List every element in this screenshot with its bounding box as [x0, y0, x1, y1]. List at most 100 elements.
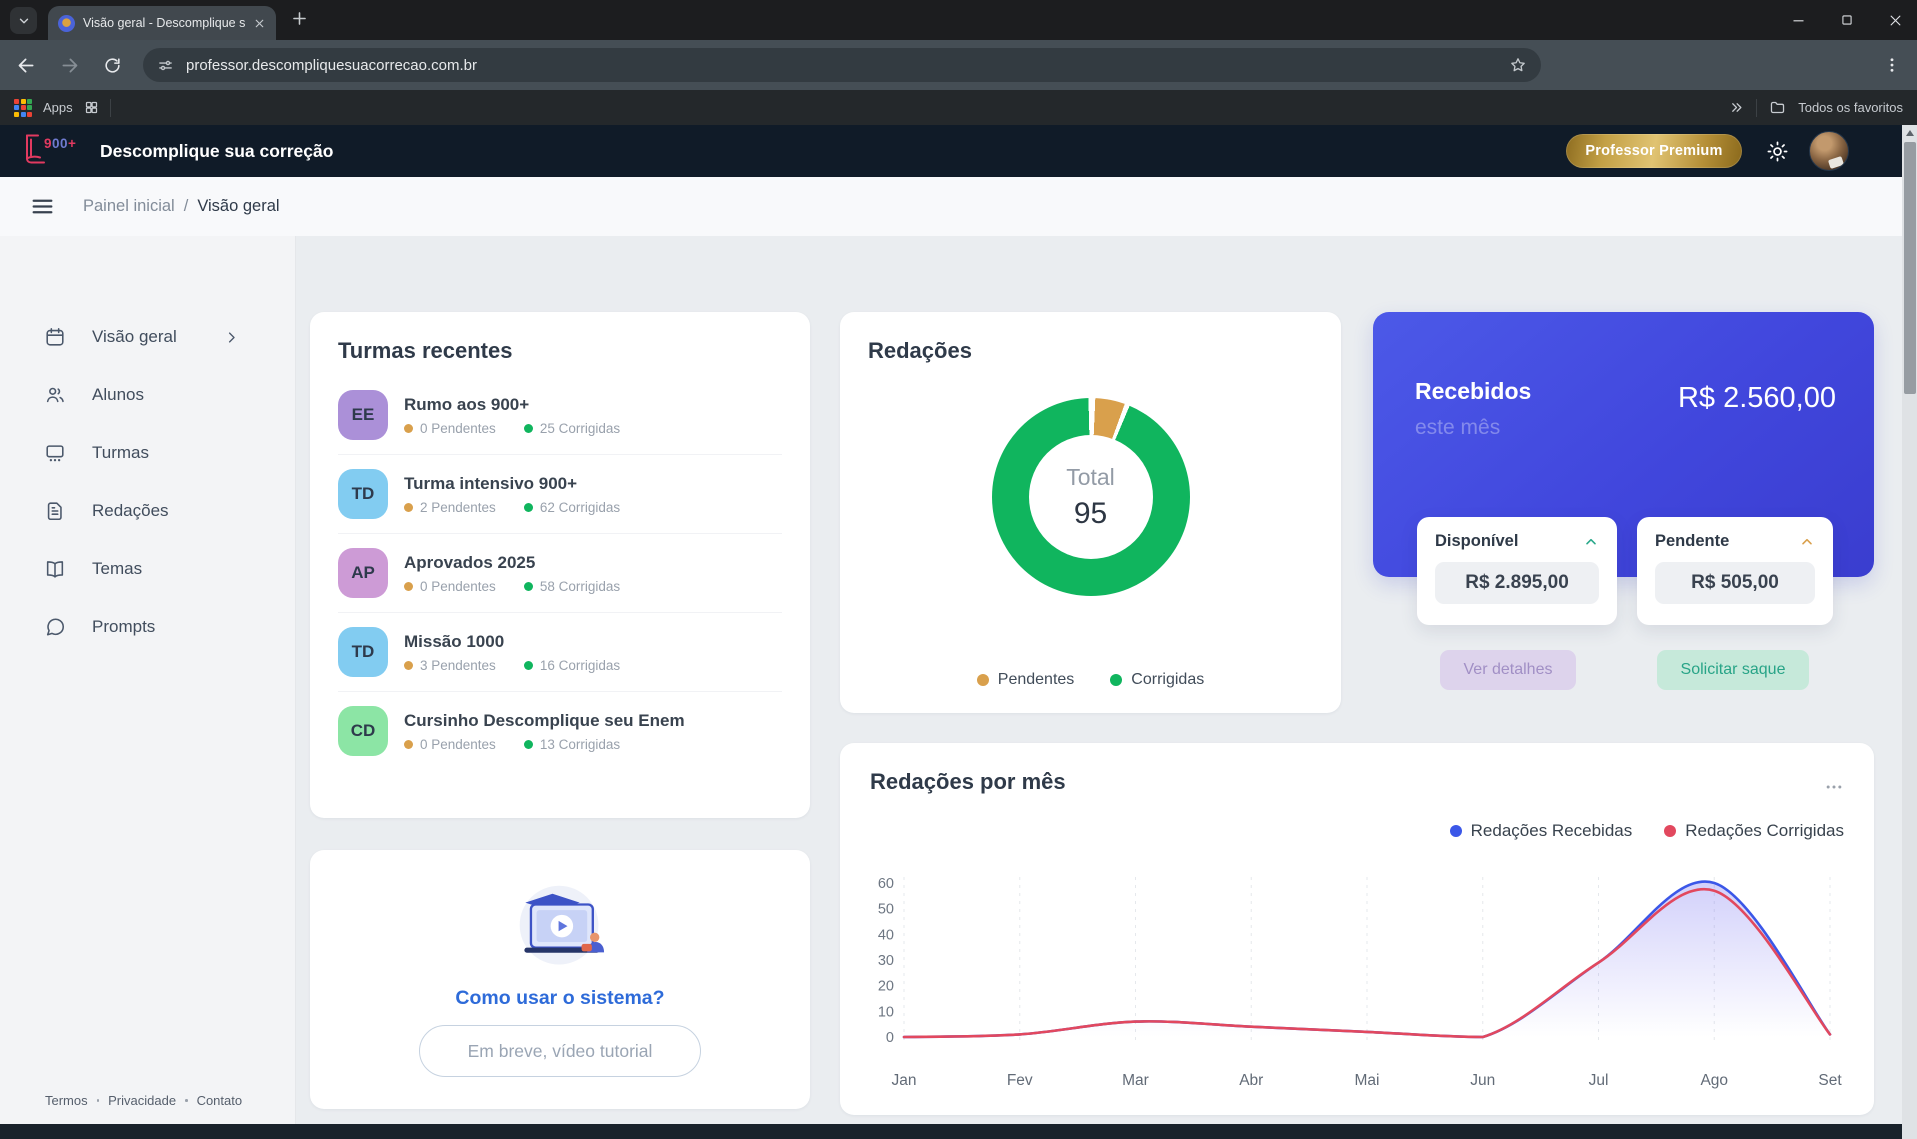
breadcrumb: Painel inicial / Visão geral — [83, 197, 280, 216]
apps-shortcut[interactable]: Apps — [43, 100, 73, 115]
legend-item: Pendentes — [977, 671, 1075, 689]
tab-close-icon[interactable] — [253, 17, 266, 30]
window-maximize-button[interactable] — [1840, 13, 1854, 27]
sidebar-item-label: Temas — [92, 559, 142, 579]
turma-avatar: TD — [338, 627, 388, 677]
browser-menu-icon[interactable] — [1883, 56, 1901, 74]
tutorial-soon-button[interactable]: Em breve, vídeo tutorial — [419, 1025, 701, 1077]
donut-legend: Pendentes Corrigidas — [840, 671, 1341, 689]
sidebar-item-label: Redações — [92, 501, 169, 521]
card-title: Redações — [868, 338, 1313, 364]
svg-text:Fev: Fev — [1007, 1072, 1033, 1089]
browser-window: Visão geral - Descomplique sua professor… — [0, 0, 1917, 1139]
corrigidas-dot-icon — [524, 740, 533, 749]
calendar-icon — [44, 326, 66, 348]
turma-avatar: EE — [338, 390, 388, 440]
solicitar-saque-button[interactable]: Solicitar saque — [1657, 650, 1809, 690]
sidebar-item-visao-geral[interactable]: Visão geral — [0, 308, 295, 366]
browser-tab[interactable]: Visão geral - Descomplique sua — [48, 6, 276, 40]
svg-text:Mar: Mar — [1122, 1072, 1149, 1089]
turma-name: Rumo aos 900+ — [404, 395, 620, 415]
site-settings-icon[interactable] — [157, 57, 174, 74]
footer-link[interactable]: Privacidade — [108, 1093, 176, 1108]
turma-name: Missão 1000 — [404, 632, 620, 652]
footer-link[interactable]: Termos — [45, 1093, 88, 1108]
divider — [110, 99, 111, 117]
corrigidas-dot-icon — [524, 424, 533, 433]
menu-hamburger-icon[interactable] — [30, 194, 55, 219]
turma-row[interactable]: EERumo aos 900+0 Pendentes25 Corrigidas — [338, 376, 782, 455]
url-bar[interactable]: professor.descompliquesuacorrecao.com.br — [143, 48, 1541, 82]
pendente-box: Pendente R$ 505,00 — [1637, 517, 1833, 625]
donut-chart: Total 95 — [992, 398, 1190, 596]
turma-avatar: AP — [338, 548, 388, 598]
pendentes-dot-icon — [404, 503, 413, 512]
all-bookmarks-button[interactable]: Todos os favoritos — [1798, 100, 1903, 115]
grid-icon[interactable] — [84, 100, 99, 115]
pendentes-stat: 0 Pendentes — [404, 421, 496, 436]
pendente-label: Pendente — [1655, 532, 1729, 551]
tab-strip: Visão geral - Descomplique sua — [0, 0, 1917, 40]
chevron-up-icon[interactable] — [1583, 534, 1599, 550]
corrigidas-dot-icon — [524, 582, 533, 591]
legend-item: Corrigidas — [1110, 671, 1204, 689]
recebidos-subtitle: este mês — [1415, 416, 1500, 440]
apps-icon — [14, 99, 32, 117]
chevron-right-icon[interactable] — [224, 330, 239, 345]
svg-text:20: 20 — [878, 979, 894, 995]
turma-row[interactable]: CDCursinho Descomplique seu Enem0 Penden… — [338, 692, 782, 770]
reload-button[interactable] — [95, 48, 129, 82]
corrigidas-dot-icon — [524, 503, 533, 512]
new-tab-button[interactable] — [290, 9, 309, 28]
app-title: Descomplique sua correção — [100, 141, 333, 162]
svg-text:60: 60 — [878, 876, 894, 892]
ver-detalhes-button[interactable]: Ver detalhes — [1440, 650, 1576, 690]
sidebar-item-turmas[interactable]: Turmas — [0, 424, 295, 482]
more-options-icon[interactable] — [1824, 777, 1844, 797]
back-button[interactable] — [9, 48, 43, 82]
svg-text:40: 40 — [878, 927, 894, 943]
sidebar-item-label: Alunos — [92, 385, 144, 405]
user-avatar[interactable] — [1809, 131, 1849, 171]
tab-search-button[interactable] — [10, 7, 37, 34]
card-title: Turmas recentes — [338, 338, 782, 364]
pendente-value: R$ 505,00 — [1655, 562, 1815, 604]
theme-toggle-sun-icon[interactable] — [1766, 140, 1789, 163]
turmas-recentes-card: Turmas recentes EE Rumo aos 900+ 0 Pendent… — [310, 312, 810, 818]
window-close-button[interactable] — [1888, 13, 1903, 28]
scroll-up-arrow-icon[interactable] — [1902, 125, 1917, 140]
chevron-up-icon[interactable] — [1799, 534, 1815, 550]
turma-name: Cursinho Descomplique seu Enem — [404, 711, 685, 731]
redacoes-por-mes-card: Redações por mês Redações RecebidasRedaç… — [840, 743, 1874, 1115]
corrigidas-dot-icon — [524, 661, 533, 670]
tab-favicon-icon — [58, 15, 75, 32]
turma-row[interactable]: APAprovados 20250 Pendentes58 Corrigidas — [338, 534, 782, 613]
sidebar-item-prompts[interactable]: Prompts — [0, 598, 295, 656]
window-minimize-button[interactable] — [1791, 13, 1806, 28]
bookmark-star-icon[interactable] — [1509, 56, 1527, 74]
turma-avatar: TD — [338, 469, 388, 519]
tutorial-illustration — [499, 882, 621, 972]
bookmarks-overflow-icon[interactable] — [1729, 100, 1744, 115]
vertical-scrollbar[interactable] — [1902, 125, 1917, 1139]
sidebar-item-temas[interactable]: Temas — [0, 540, 295, 598]
turma-row[interactable]: TDTurma intensivo 900+2 Pendentes62 Corr… — [338, 455, 782, 534]
howto-link[interactable]: Como usar o sistema? — [455, 987, 664, 1010]
corrigidas-stat: 62 Corrigidas — [524, 500, 620, 515]
footer-link[interactable]: Contato — [197, 1093, 243, 1108]
sidebar-item-alunos[interactable]: Alunos — [0, 366, 295, 424]
breadcrumb-current: Visão geral — [197, 197, 279, 216]
turmas-list: EERumo aos 900+0 Pendentes25 CorrigidasT… — [338, 376, 782, 770]
sidebar-item-redacoes[interactable]: Redações — [0, 482, 295, 540]
sidebar-item-label: Turmas — [92, 443, 149, 463]
pendentes-dot-icon — [404, 424, 413, 433]
tab-title: Visão geral - Descomplique sua — [83, 16, 245, 30]
svg-text:Jan: Jan — [892, 1072, 917, 1089]
svg-text:Set: Set — [1818, 1072, 1842, 1089]
forward-button[interactable] — [52, 48, 86, 82]
app-logo[interactable]: 900+ — [22, 132, 80, 170]
breadcrumb-parent[interactable]: Painel inicial — [83, 197, 175, 216]
scrollbar-thumb[interactable] — [1904, 142, 1916, 394]
line-chart-legend: Redações RecebidasRedações Corrigidas — [870, 821, 1844, 841]
turma-row[interactable]: TDMissão 10003 Pendentes16 Corrigidas — [338, 613, 782, 692]
